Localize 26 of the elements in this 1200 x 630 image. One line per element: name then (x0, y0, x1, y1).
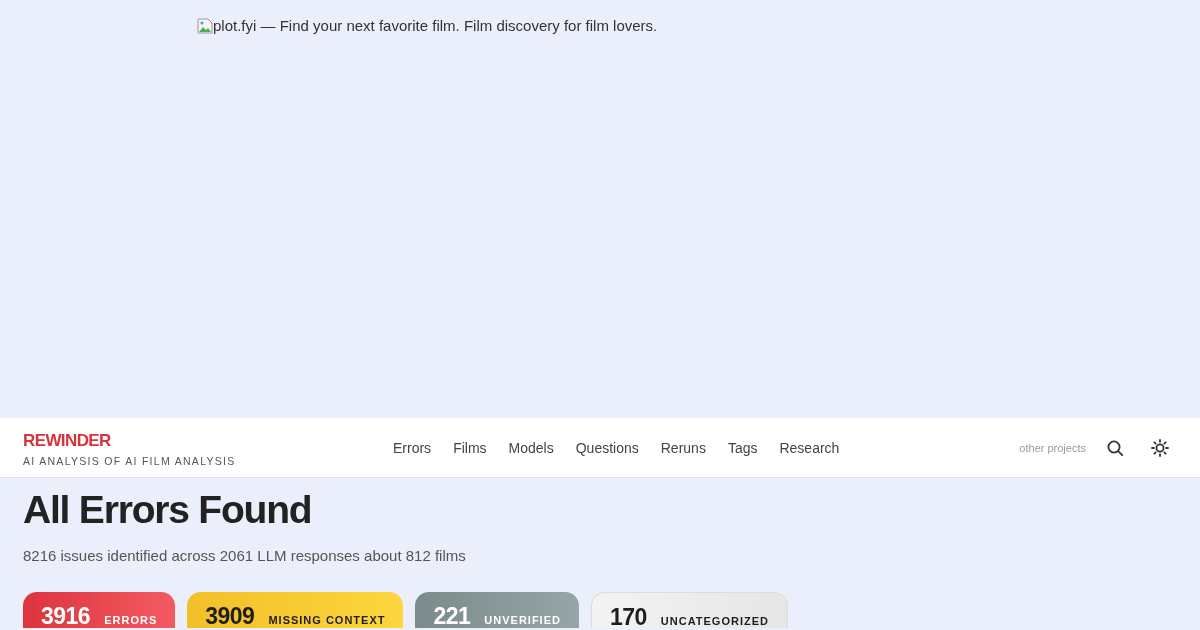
broken-image-icon (197, 18, 213, 34)
stat-label: MISSING CONTEXT (268, 614, 386, 626)
stat-count: 170 (609, 606, 647, 629)
stat-card[interactable]: 3909 MISSING CONTEXT (187, 592, 404, 628)
nav-link[interactable]: Models (508, 438, 554, 457)
stat-count: 221 (433, 605, 471, 628)
nav-link[interactable]: Research (779, 438, 840, 457)
nav-link[interactable]: Reruns (660, 438, 706, 457)
sun-icon[interactable] (1151, 438, 1169, 457)
stat-label: UNCATEGORIZED (660, 615, 769, 627)
summary-text: 8216 issues identified across 2061 LLM responses about 812 films (23, 547, 467, 565)
stat-count: 3909 (205, 605, 255, 628)
stat-label: UNVERIFIED (484, 614, 561, 626)
nav-link[interactable]: Questions (575, 438, 639, 457)
nav-link[interactable]: Errors (393, 438, 432, 457)
stat-card[interactable]: 3916 ERRORS (23, 592, 176, 628)
stat-card[interactable]: 170 UNCATEGORIZED (590, 592, 788, 628)
logo-text[interactable]: REWINDER (23, 432, 111, 450)
stat-count: 3916 (41, 605, 91, 628)
nav-link[interactable]: Tags (727, 438, 758, 457)
image-alt-text: plot.fyi — Find your next favorite film. Film discovery for film lovers. (213, 17, 658, 35)
page-title: All Errors Found (23, 487, 313, 533)
nav-link[interactable]: Films (453, 438, 487, 457)
tagline-text: AI ANALYSIS OF AI FILM ANALYSIS (23, 455, 236, 467)
stat-label: ERRORS (104, 614, 158, 626)
search-icon[interactable] (1107, 439, 1123, 456)
